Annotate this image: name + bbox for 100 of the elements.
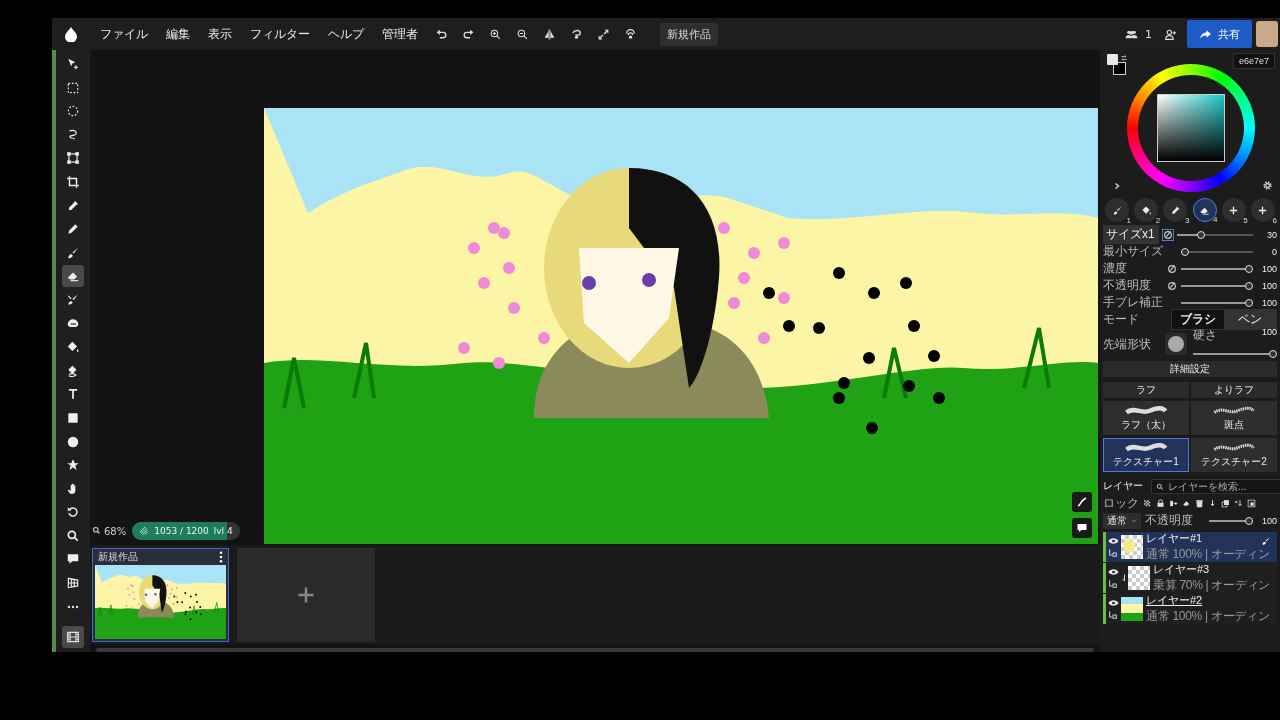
pressure-icon[interactable] — [1167, 280, 1177, 291]
page-card[interactable]: 新規作品 — [92, 548, 229, 642]
brush-slot-button[interactable]: 5 — [1221, 198, 1246, 222]
menu-item[interactable]: 表示 — [200, 22, 240, 46]
brush-slot-button[interactable]: 1 — [1105, 198, 1129, 222]
more-icon[interactable] — [219, 551, 223, 563]
undo-icon[interactable] — [435, 27, 448, 41]
brush-slot-button[interactable]: 4 — [1192, 198, 1217, 222]
swap-icon[interactable] — [1120, 54, 1128, 62]
menu-item[interactable]: フィルター — [242, 22, 318, 46]
app-logo-icon[interactable] — [64, 26, 78, 42]
layer-row[interactable]: レイヤー#1 通常 100% | オーディン — [1103, 532, 1277, 562]
slider-thumb[interactable] — [1245, 264, 1253, 273]
stacked-arcs-icon[interactable] — [624, 27, 637, 41]
paint-bucket-icon — [66, 340, 80, 355]
lock-link-icon[interactable] — [1108, 547, 1118, 558]
stroke-tool-button[interactable] — [1072, 492, 1092, 512]
layer-thumbnail — [1128, 566, 1150, 590]
hex-color-field[interactable]: e6e7e7 — [1232, 53, 1275, 69]
brush-slot-button[interactable]: 6 — [1250, 198, 1275, 222]
tip-shape-preview[interactable] — [1165, 333, 1187, 355]
setting-label: 先端形状 — [1103, 335, 1151, 353]
setting-value: 30 — [1266, 229, 1277, 240]
brush-preset[interactable]: ラフ（太） — [1103, 401, 1189, 435]
checker-lock-icon[interactable] — [1143, 499, 1152, 508]
menu-item[interactable]: 管理者 — [374, 22, 426, 46]
slider-thumb[interactable] — [1245, 516, 1253, 525]
eye-icon[interactable] — [1108, 567, 1119, 576]
settings-icon[interactable] — [1262, 180, 1273, 191]
layer-info: 乗算 70% | オーディン — [1153, 577, 1270, 594]
zoom-in-icon[interactable] — [489, 27, 502, 41]
document-title[interactable]: 新規作品 — [660, 22, 718, 46]
menu-item[interactable]: ヘルプ — [320, 22, 372, 46]
brush-category-tab[interactable]: ラフ — [1103, 382, 1189, 398]
lock-link-icon[interactable] — [1108, 609, 1118, 620]
expand-icon[interactable] — [597, 27, 610, 41]
tool-button[interactable] — [62, 626, 84, 648]
mode-option[interactable]: ブラシ — [1172, 310, 1224, 329]
pressure-icon[interactable] — [1163, 229, 1173, 240]
layer-thumbnail — [1121, 535, 1143, 559]
eyedropper-icon — [1169, 204, 1181, 216]
brush-slot-button[interactable]: 3 — [1163, 198, 1188, 222]
setting-value: 100 — [1260, 280, 1277, 291]
layer-info: 通常 100% | オーディン — [1146, 608, 1270, 625]
lock-link-icon[interactable] — [1108, 578, 1118, 589]
setting-value: 100 — [1260, 297, 1277, 308]
plus-icon — [1257, 204, 1269, 216]
layer-name: レイヤー#2 — [1146, 593, 1203, 608]
slider-thumb[interactable] — [1181, 247, 1189, 256]
clear-merge-icon[interactable] — [1234, 499, 1243, 508]
setting-label: モード — [1103, 311, 1140, 328]
eye-icon[interactable] — [1108, 536, 1119, 545]
saturation-value-square[interactable] — [1157, 94, 1225, 162]
lock-icon[interactable] — [1156, 499, 1165, 508]
brush-preset[interactable]: テクスチャー1 — [1103, 438, 1189, 472]
menu-item[interactable]: ファイル — [92, 22, 156, 46]
chevron-right-icon[interactable] — [1113, 182, 1121, 190]
zoom-out-icon[interactable] — [516, 27, 529, 41]
slider-thumb[interactable] — [1245, 281, 1253, 290]
flip-icon[interactable] — [543, 27, 556, 41]
transform-icon — [66, 151, 80, 166]
rank-label: lvl 4 — [213, 526, 233, 536]
new-layer-icon[interactable] — [1247, 499, 1256, 508]
blend-mode-dropdown[interactable]: 通常 — [1103, 512, 1141, 529]
setting-label: 濃度 — [1103, 260, 1128, 277]
setting-value: 100 — [1260, 515, 1277, 526]
slider-thumb[interactable] — [1245, 298, 1253, 307]
layer-search-field[interactable]: レイヤーを検索... — [1151, 478, 1280, 494]
chat-button[interactable] — [1072, 518, 1092, 538]
trash-icon[interactable] — [1195, 499, 1204, 508]
pressure-icon[interactable] — [1167, 263, 1177, 274]
redo-icon[interactable] — [462, 27, 475, 41]
brush-slot-button[interactable]: 2 — [1134, 198, 1159, 222]
add-user-icon[interactable] — [1164, 27, 1177, 41]
size-multiplier-button[interactable]: サイズx1 — [1103, 225, 1159, 244]
eraser-icon[interactable] — [1182, 499, 1191, 508]
brush-category-tab[interactable]: よりラフ — [1191, 382, 1277, 398]
duplicate-icon[interactable] — [1221, 499, 1230, 508]
tool-button[interactable] — [62, 265, 84, 288]
zoom-level[interactable]: 68% — [104, 526, 127, 537]
lock-label: ロック — [1103, 495, 1139, 512]
pencil-icon — [66, 222, 80, 237]
brush-preset[interactable]: テクスチャー2 — [1191, 438, 1277, 472]
brush-preset[interactable]: 斑点 — [1191, 401, 1277, 435]
menu-item[interactable]: 編集 — [158, 22, 198, 46]
plus-icon — [296, 585, 316, 605]
advanced-settings-button[interactable]: 詳細設定 — [1103, 361, 1277, 377]
merge-down-icon[interactable] — [1208, 499, 1217, 508]
perspective-grid-icon — [66, 576, 80, 591]
setting-label: 手ブレ補正 — [1103, 294, 1163, 311]
square-icon — [66, 410, 80, 425]
foreground-color-swatch[interactable] — [1107, 54, 1118, 65]
share-button[interactable]: 共有 — [1187, 20, 1252, 48]
slider-thumb[interactable] — [1197, 230, 1206, 239]
eye-icon[interactable] — [1108, 598, 1119, 607]
move-layer-icon[interactable] — [1169, 499, 1178, 508]
rectangle-selection-icon — [66, 80, 80, 95]
mode-option[interactable]: ペン — [1224, 310, 1276, 329]
ink-reading: 1053 / 1200 — [154, 526, 209, 536]
slider-thumb[interactable] — [1269, 350, 1277, 358]
